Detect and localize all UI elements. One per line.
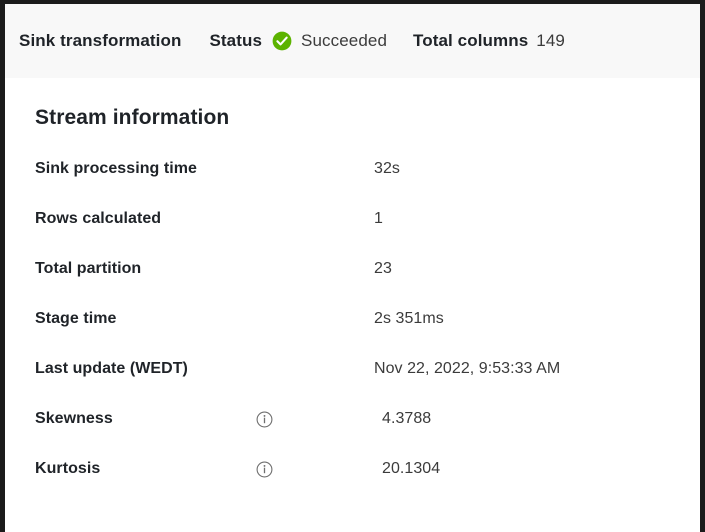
status-label: Status (209, 31, 263, 50)
info-row-label: Stage time (35, 310, 117, 327)
transformation-name-group: Sink transformation (19, 31, 181, 51)
total-columns-label: Total columns (413, 31, 529, 50)
info-row-label: Kurtosis (35, 460, 101, 477)
info-row-value: 2s 351ms (374, 310, 444, 327)
total-columns-value: 149 (536, 31, 565, 50)
info-row-value: 32s (374, 160, 400, 177)
stream-information-list: Sink processing time 32s Rows calculated 1 T… (5, 160, 700, 510)
info-row: Kurtosis 20.1304 (5, 460, 700, 510)
info-icon[interactable] (256, 411, 273, 428)
section-title: Stream information (35, 106, 230, 129)
info-row-value: 23 (374, 260, 392, 277)
info-row-label: Last update (WEDT) (35, 360, 188, 377)
info-row-value: 20.1304 (382, 460, 441, 477)
info-row: Stage time 2s 351ms (5, 310, 700, 360)
info-row: Total partition 23 (5, 260, 700, 310)
info-row: Skewness 4.3788 (5, 410, 700, 460)
info-row-label: Total partition (35, 260, 142, 277)
info-row: Rows calculated 1 (5, 210, 700, 260)
status-group: Status Succeeded (209, 31, 387, 51)
transformation-name-label: Sink transformation (19, 31, 182, 50)
status-value: Succeeded (301, 31, 388, 50)
stream-information-body: Stream information Sink processing time 3… (5, 78, 700, 532)
info-row: Sink processing time 32s (5, 160, 700, 210)
info-row-label: Skewness (35, 410, 113, 427)
info-row-value: 4.3788 (382, 410, 432, 427)
success-check-icon (272, 31, 292, 51)
total-columns-group: Total columns 149 (413, 31, 565, 51)
transformation-header-bar: Sink transformation Status Succeeded Tot… (5, 4, 700, 78)
info-icon[interactable] (256, 461, 273, 478)
info-row-label: Rows calculated (35, 210, 162, 227)
info-row-value: 1 (374, 210, 383, 227)
info-row-label: Sink processing time (35, 160, 197, 177)
info-row-value: Nov 22, 2022, 9:53:33 AM (374, 360, 561, 377)
stream-information-panel: Sink transformation Status Succeeded Tot… (0, 0, 705, 532)
info-row: Last update (WEDT) Nov 22, 2022, 9:53:33 … (5, 360, 700, 410)
